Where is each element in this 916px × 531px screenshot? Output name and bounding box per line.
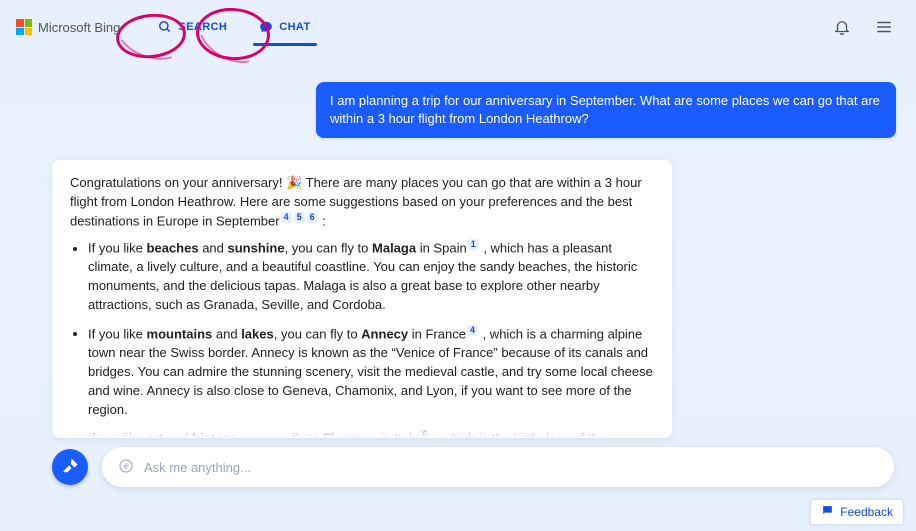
citation[interactable]: 4 xyxy=(467,325,478,336)
citation[interactable]: 4 xyxy=(281,212,292,223)
microsoft-logo-icon xyxy=(16,19,32,35)
citation[interactable]: 6 xyxy=(307,212,318,223)
list-item: If you like beaches and sunshine, you ca… xyxy=(88,239,654,315)
feedback-icon xyxy=(821,504,834,520)
mode-tabs: SEARCH CHAT xyxy=(156,14,312,40)
list-item: If you like mountains and lakes, you can… xyxy=(88,325,654,420)
notifications-icon[interactable] xyxy=(830,15,854,39)
broom-icon xyxy=(61,457,79,478)
brand-text: Microsoft Bing xyxy=(38,20,120,35)
user-message-text: I am planning a trip for our anniversary… xyxy=(330,93,880,126)
tab-chat-label: CHAT xyxy=(279,21,310,33)
bot-intro-a: Congratulations on your anniversary! xyxy=(70,175,286,190)
citation[interactable]: 1 xyxy=(468,239,479,250)
fade-overlay xyxy=(52,420,672,438)
top-header: Microsoft Bing SEARCH CHAT xyxy=(0,0,916,54)
citation[interactable]: 5 xyxy=(294,212,305,223)
bot-response-card: Congratulations on your anniversary! 🎉 T… xyxy=(52,160,672,438)
tab-search-label: SEARCH xyxy=(178,21,227,33)
chat-icon xyxy=(259,20,273,34)
ask-box[interactable] xyxy=(102,447,894,487)
user-message-bubble: I am planning a trip for our anniversary… xyxy=(316,82,896,138)
hamburger-menu-icon[interactable] xyxy=(872,15,896,39)
tab-search[interactable]: SEARCH xyxy=(156,14,229,40)
chat-main: I am planning a trip for our anniversary… xyxy=(0,54,916,438)
feedback-button[interactable]: Feedback xyxy=(810,499,904,525)
brand[interactable]: Microsoft Bing xyxy=(16,19,120,35)
tab-chat[interactable]: CHAT xyxy=(257,14,312,40)
suggestion-list: If you like beaches and sunshine, you ca… xyxy=(88,239,654,438)
search-icon xyxy=(158,20,172,34)
party-popper-icon: 🎉 xyxy=(286,175,302,190)
compose-row xyxy=(52,447,894,487)
feedback-label: Feedback xyxy=(840,505,893,519)
new-topic-button[interactable] xyxy=(52,449,88,485)
keyboard-icon xyxy=(118,458,134,477)
ask-input[interactable] xyxy=(144,460,878,475)
